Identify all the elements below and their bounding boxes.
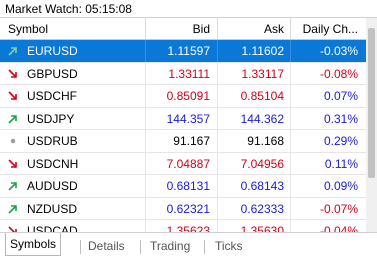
symbol-name: USDCAD: [27, 224, 78, 232]
bid-price: 0.62321: [166, 201, 210, 216]
daily-change: 0.09%: [323, 179, 358, 193]
arrow-up-right-icon: [8, 47, 17, 56]
tab-details-label: Details: [88, 239, 125, 253]
table-row[interactable]: EURUSD 1.11597 1.11602 -0.03%: [0, 40, 366, 63]
ask-price: 1.35630: [240, 224, 284, 232]
ask-price: 0.68143: [240, 179, 284, 193]
symbol-name: EURUSD: [27, 44, 78, 58]
table-row[interactable]: USDJPY 144.357 144.362 0.31%: [0, 107, 366, 130]
bid-price: 7.04887: [166, 156, 210, 171]
tab-details[interactable]: Details: [84, 237, 129, 256]
daily-change: -0.07%: [319, 201, 358, 216]
arrow-down-right-icon: [8, 158, 17, 168]
ask-price: 7.04956: [240, 156, 284, 171]
vertical-scrollbar[interactable]: [366, 18, 377, 232]
symbol-name: NZDUSD: [27, 201, 77, 216]
tab-ticks-label: Ticks: [215, 239, 243, 253]
symbol-name: USDRUB: [27, 134, 78, 148]
table-row[interactable]: USDRUB 91.167 91.168 0.29%: [0, 130, 366, 153]
ask-price: 91.168: [247, 134, 284, 148]
ask-price: 0.85104: [240, 89, 284, 103]
bid-price: 144.357: [166, 111, 210, 126]
bid-price: 0.68131: [166, 179, 210, 193]
table-row[interactable]: USDCNH 7.04887 7.04956 0.11%: [0, 152, 366, 175]
daily-change: -0.03%: [319, 44, 358, 58]
table-header: Symbol Bid Ask Daily Ch...: [0, 18, 366, 40]
daily-change: 0.29%: [323, 134, 358, 148]
column-header-symbol[interactable]: Symbol: [8, 22, 48, 36]
ask-price: 1.11602: [241, 44, 285, 58]
symbol-name: USDJPY: [27, 111, 75, 126]
table-row[interactable]: GBPUSD 1.33111 1.33117 -0.08%: [0, 62, 366, 85]
neutral-dot-icon: [10, 138, 16, 144]
tab-trading-label: Trading: [150, 239, 191, 253]
daily-change: 0.31%: [323, 111, 358, 126]
symbol-name: USDCNH: [27, 156, 79, 171]
ask-price: 1.33117: [241, 66, 285, 81]
column-header-bid[interactable]: Bid: [193, 22, 210, 36]
tab-symbols-label: Symbols: [10, 237, 57, 251]
daily-change: -0.08%: [319, 66, 358, 81]
arrow-down-right-icon: [8, 226, 17, 232]
scrollbar-thumb[interactable]: [368, 28, 375, 178]
symbol-name: GBPUSD: [27, 66, 78, 81]
bid-price: 1.11597: [167, 44, 211, 58]
arrow-up-right-icon: [8, 204, 17, 214]
table-row[interactable]: AUDUSD 0.68131 0.68143 0.09%: [0, 175, 366, 198]
daily-change: 0.07%: [323, 89, 358, 103]
arrow-up-right-icon: [8, 182, 17, 191]
bid-price: 1.33111: [168, 66, 210, 81]
table-row[interactable]: USDCAD 1.35623 1.35630 -0.04%: [0, 220, 366, 232]
arrow-up-right-icon: [8, 114, 17, 124]
symbol-name: AUDUSD: [27, 179, 78, 193]
arrow-down-right-icon: [8, 91, 17, 100]
ask-price: 0.62333: [240, 201, 284, 216]
column-header-ask[interactable]: Ask: [264, 22, 284, 36]
tab-trading[interactable]: Trading: [146, 237, 194, 256]
tab-symbols[interactable]: Symbols: [5, 233, 62, 256]
table-row[interactable]: NZDUSD 0.62321 0.62333 -0.07%: [0, 197, 366, 220]
bid-price: 0.85091: [166, 89, 210, 103]
title-bar: Market Watch: 05:15:08: [0, 0, 377, 18]
window-title: Market Watch: 05:15:08: [5, 2, 132, 16]
bid-price: 1.35623: [166, 224, 210, 232]
daily-change: 0.11%: [324, 156, 358, 171]
arrow-down-right-icon: [8, 68, 17, 78]
column-header-daily-change[interactable]: Daily Ch...: [303, 22, 358, 36]
table-row[interactable]: USDCHF 0.85091 0.85104 0.07%: [0, 85, 366, 108]
symbol-list: EURUSD 1.11597 1.11602 -0.03% GBPUSD 1.33111 1…: [0, 40, 366, 232]
daily-change: -0.04%: [319, 224, 358, 232]
tab-ticks[interactable]: Ticks: [211, 237, 247, 256]
tab-bar: Symbols Details Trading Ticks: [0, 232, 377, 260]
ask-price: 144.362: [240, 111, 284, 126]
symbol-name: USDCHF: [27, 89, 77, 103]
bid-price: 91.167: [173, 134, 210, 148]
